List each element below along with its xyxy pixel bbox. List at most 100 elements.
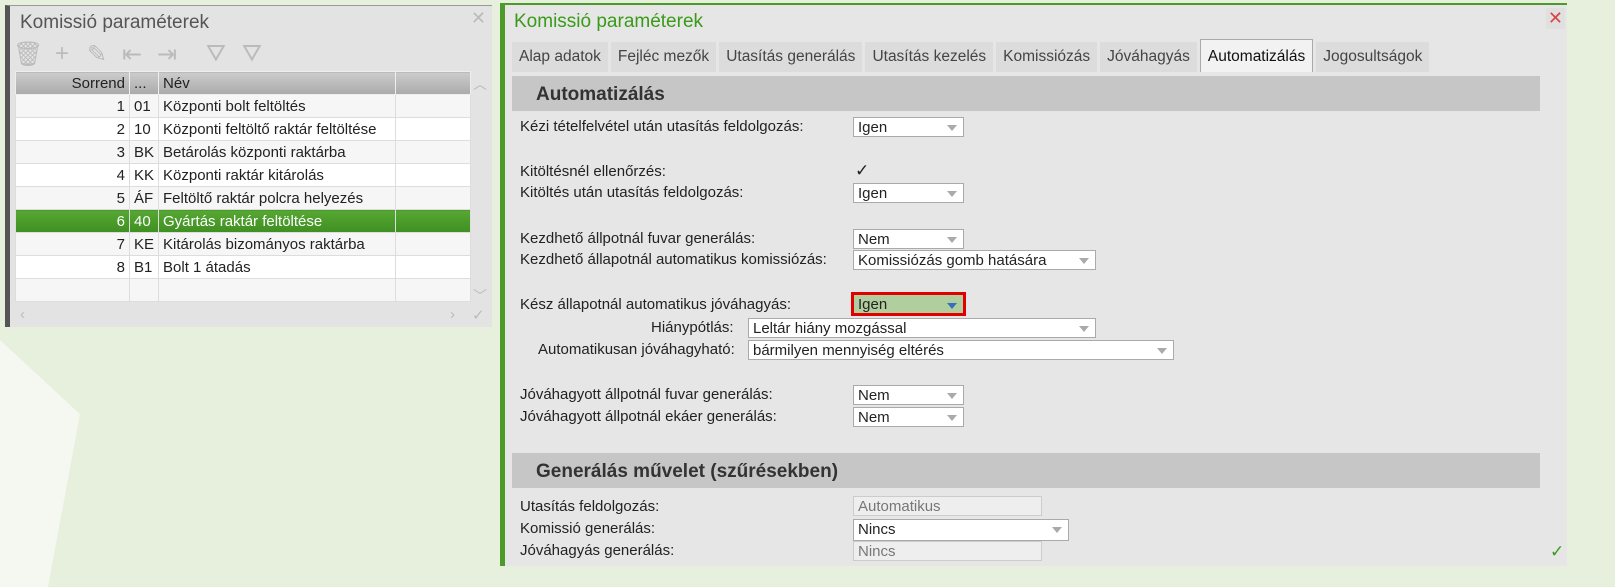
field-label: Hiánypótlás: bbox=[651, 319, 734, 336]
select-value: Nincs bbox=[858, 521, 896, 538]
approved-transport-select[interactable]: Nem bbox=[853, 385, 964, 405]
clear-filter-icon[interactable]: ⛛ bbox=[238, 40, 266, 68]
table-row[interactable]: 2 10 Központi feltöltő raktár feltöltése bbox=[15, 117, 471, 141]
auto-approvable-select[interactable]: bármilyen mennyiség eltérés bbox=[748, 340, 1174, 360]
table-row[interactable]: 1 01 Központi bolt feltöltés bbox=[15, 94, 471, 118]
cell-name: Kitárolás bizományos raktárba bbox=[158, 232, 397, 256]
cell-code: 10 bbox=[128, 117, 160, 141]
section-header: Automatizálás bbox=[512, 76, 1540, 111]
column-header-extra[interactable] bbox=[395, 71, 471, 95]
cell-order: 7 bbox=[15, 232, 130, 256]
dropdown-arrow-icon bbox=[1079, 326, 1089, 332]
cell-extra bbox=[395, 94, 471, 118]
tab-automatizalas[interactable]: Automatizálás bbox=[1199, 39, 1314, 72]
dropdown-arrow-icon bbox=[947, 393, 957, 399]
tab-utasitas-generalas[interactable]: Utasítás generálás bbox=[719, 42, 863, 72]
filter-icon[interactable]: ⛛ bbox=[202, 40, 230, 68]
left-window: Komissió paraméterek ✕ 🗑 + ✎ ⇤ ⇥ ⛛ ⛛ Sor… bbox=[5, 5, 492, 327]
field-label: Automatikusan jóváhagyható: bbox=[538, 341, 735, 358]
scroll-down-icon[interactable]: ﹀ bbox=[473, 286, 487, 306]
cell-order: 5 bbox=[15, 186, 130, 210]
table-row[interactable]: 7 KE Kitárolás bizományos raktárba bbox=[15, 232, 471, 256]
cell-code: KK bbox=[128, 163, 160, 187]
field-label: Jóváhagyás generálás: bbox=[520, 542, 675, 559]
cell-extra bbox=[395, 117, 471, 141]
table-row[interactable]: 3 BK Betárolás központi raktárba bbox=[15, 140, 471, 164]
scroll-up-icon[interactable]: ︿ bbox=[473, 74, 487, 94]
dropdown-arrow-icon bbox=[1079, 258, 1089, 264]
select-value: Komissiózás gomb hatására bbox=[858, 252, 1047, 269]
tab-fejlec-mezok[interactable]: Fejléc mezők bbox=[610, 42, 717, 72]
fill-check-checkbox[interactable]: ✓ bbox=[855, 161, 869, 181]
add-icon[interactable]: + bbox=[48, 40, 76, 68]
instruction-processing-field: Automatikus bbox=[853, 496, 1042, 516]
tab-jogosultsagok[interactable]: Jogosultságok bbox=[1316, 42, 1430, 72]
field-label: Kitöltés után utasítás feldolgozás: bbox=[520, 184, 744, 201]
field-label: Kézi tételfelvétel után utasítás feldolg… bbox=[520, 118, 804, 135]
scroll-right-icon[interactable]: › bbox=[450, 306, 455, 323]
field-label: Kezdhető állapotnál automatikus komissió… bbox=[520, 251, 827, 268]
cell-extra bbox=[395, 140, 471, 164]
select-value: Igen bbox=[858, 119, 888, 136]
table-row[interactable]: 8 B1 Bolt 1 átadás bbox=[15, 255, 471, 279]
table-row-selected[interactable]: 6 40 Gyártás raktár feltöltése bbox=[15, 209, 471, 233]
scroll-left-icon[interactable]: ‹ bbox=[20, 306, 25, 323]
tab-utasitas-kezeles[interactable]: Utasítás kezelés bbox=[865, 42, 994, 72]
dropdown-arrow-icon bbox=[947, 125, 957, 131]
close-icon[interactable]: ✕ bbox=[471, 8, 486, 29]
table-row[interactable]: 5 ÁF Feltöltő raktár polcra helyezés bbox=[15, 186, 471, 210]
cell-name: Betárolás központi raktárba bbox=[158, 140, 397, 164]
manual-item-processing-select[interactable]: Igen bbox=[853, 117, 964, 137]
approved-ekaer-select[interactable]: Nem bbox=[853, 407, 964, 427]
select-value: Igen bbox=[858, 296, 888, 313]
cell-name: Központi raktár kitárolás bbox=[158, 163, 397, 187]
after-fill-processing-select[interactable]: Igen bbox=[853, 183, 964, 203]
cell-order: 1 bbox=[15, 94, 130, 118]
table-row-empty bbox=[15, 278, 471, 302]
field-label: Jóváhagyott állpotnál fuvar generálás: bbox=[520, 386, 773, 403]
cell-extra bbox=[395, 232, 471, 256]
cell-order: 2 bbox=[15, 117, 130, 141]
dropdown-arrow-icon bbox=[947, 303, 957, 309]
select-value: bármilyen mennyiség eltérés bbox=[753, 342, 944, 359]
approval-generation-field: Nincs bbox=[853, 541, 1042, 561]
column-header-order[interactable]: Sorrend bbox=[15, 71, 130, 95]
move-down-icon[interactable]: ⇥ bbox=[153, 40, 181, 69]
select-value: Igen bbox=[858, 185, 888, 202]
startable-auto-commission-select[interactable]: Komissiózás gomb hatására bbox=[853, 250, 1096, 270]
column-header-name[interactable]: Név bbox=[158, 71, 397, 95]
confirm-icon[interactable]: ✓ bbox=[1550, 542, 1564, 562]
commission-generation-select[interactable]: Nincs bbox=[853, 519, 1069, 541]
cell-extra bbox=[395, 255, 471, 279]
cell-order: 4 bbox=[15, 163, 130, 187]
delete-icon[interactable]: 🗑 bbox=[13, 40, 43, 69]
table-row[interactable]: 4 KK Központi raktár kitárolás bbox=[15, 163, 471, 187]
tab-jovahagyas[interactable]: Jóváhagyás bbox=[1100, 42, 1197, 72]
column-header-code[interactable]: ... bbox=[128, 71, 160, 95]
window-title: Komissió paraméterek bbox=[514, 11, 704, 32]
field-label: Utasítás feldolgozás: bbox=[520, 498, 660, 515]
tab-alap-adatok[interactable]: Alap adatok bbox=[512, 42, 608, 72]
shortage-select[interactable]: Leltár hiány mozgással bbox=[748, 318, 1096, 338]
move-up-icon[interactable]: ⇤ bbox=[118, 40, 146, 69]
select-value: Nem bbox=[858, 231, 890, 248]
confirm-icon[interactable]: ✓ bbox=[472, 306, 485, 324]
cell-name: Gyártás raktár feltöltése bbox=[158, 209, 397, 233]
select-value: Nem bbox=[858, 387, 890, 404]
field-label: Komissió generálás: bbox=[520, 520, 656, 537]
cell-extra bbox=[395, 209, 471, 233]
tab-komissiozas[interactable]: Komissiózás bbox=[996, 42, 1098, 72]
dropdown-arrow-icon bbox=[947, 237, 957, 243]
edit-icon[interactable]: ✎ bbox=[83, 40, 111, 69]
cell-code: 40 bbox=[128, 209, 160, 233]
startable-transport-select[interactable]: Nem bbox=[853, 229, 964, 249]
cell-name: Feltöltő raktár polcra helyezés bbox=[158, 186, 397, 210]
select-value: Leltár hiány mozgással bbox=[753, 320, 907, 337]
dropdown-arrow-icon bbox=[1052, 527, 1062, 533]
commission-table: Sorrend ... Név 1 01 Központi bolt feltölt… bbox=[15, 71, 471, 302]
ready-auto-approval-select[interactable]: Igen bbox=[851, 292, 966, 316]
field-label: Kitöltésnél ellenőrzés: bbox=[520, 163, 666, 180]
cell-extra bbox=[395, 186, 471, 210]
field-label: Kész állapotnál automatikus jóváhagyás: bbox=[520, 296, 791, 313]
close-icon[interactable]: ✕ bbox=[1545, 8, 1565, 29]
